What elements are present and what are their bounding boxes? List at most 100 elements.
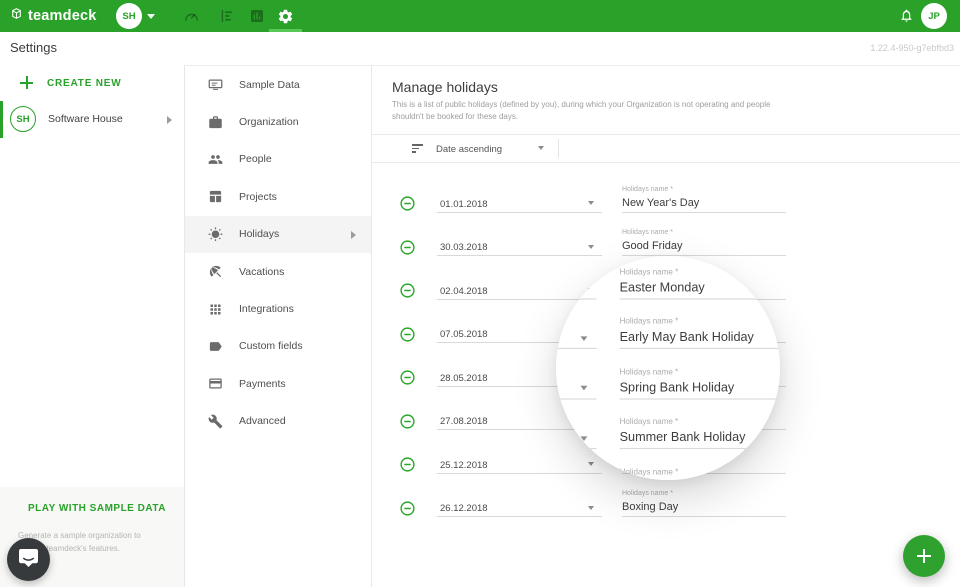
date-chevron-down-icon[interactable]	[581, 386, 588, 391]
add-holiday-fab[interactable]	[903, 535, 945, 577]
date-chevron-down-icon[interactable]	[588, 201, 594, 205]
teamdeck-logo[interactable]: teamdeck	[10, 0, 97, 32]
menu-item-integrations[interactable]: Integrations	[185, 290, 371, 327]
holiday-name-input[interactable]: New Year's Day	[622, 197, 699, 209]
holiday-name-input[interactable]: Boxing Day	[622, 501, 678, 513]
name-field-underline	[620, 298, 780, 299]
menu-item-label: Sample Data	[239, 79, 300, 91]
date-chevron-down-icon[interactable]	[581, 336, 588, 341]
credit-card-icon	[208, 376, 223, 391]
sort-icon	[412, 144, 423, 153]
holiday-date-input[interactable]: 28.05.2018	[440, 373, 488, 384]
holiday-name-field: Holidays name *New Year's Day	[622, 180, 786, 224]
remove-holiday-button[interactable]	[400, 457, 415, 472]
holiday-date-input[interactable]: 30.03.2018	[440, 242, 488, 253]
menu-item-holidays[interactable]: Holidays	[185, 216, 371, 253]
organization-avatar: SH	[10, 106, 36, 132]
menu-item-label: Advanced	[239, 415, 286, 427]
chat-widget-button[interactable]	[7, 538, 50, 581]
date-field-underline	[556, 398, 597, 399]
holiday-rows-magnified: 01.01.2018Holidays name *New Year's Day3…	[556, 256, 780, 480]
menu-item-label: Organization	[239, 116, 299, 128]
workspace-avatar[interactable]: SH	[116, 3, 142, 29]
page-title: Settings	[10, 40, 57, 55]
logo-text: teamdeck	[28, 8, 97, 24]
active-tab-underline	[269, 29, 302, 32]
settings-menu: Sample Data Organization People Projects…	[185, 65, 372, 587]
remove-holiday-button[interactable]	[400, 240, 415, 255]
remove-holiday-button[interactable]	[400, 370, 415, 385]
name-field-underline	[622, 516, 786, 517]
holiday-name-input[interactable]: Spring Bank Holiday	[620, 381, 735, 395]
bar-chart-icon[interactable]	[249, 8, 265, 29]
settings-gear-icon[interactable]	[277, 8, 294, 30]
menu-item-projects[interactable]: Projects	[185, 178, 371, 215]
holiday-date-input[interactable]: 01.01.2018	[440, 199, 488, 210]
date-field-underline	[556, 448, 597, 449]
remove-holiday-button[interactable]	[400, 501, 415, 516]
holidays-name-label: Holidays name *	[622, 490, 673, 497]
holiday-row: 01.01.2018 Holidays name *New Year's Day	[373, 180, 960, 224]
remove-holiday-button[interactable]	[400, 414, 415, 429]
workspace-chevron-down-icon[interactable]	[147, 14, 155, 19]
description-line: shouldn't be booked for these days.	[392, 111, 960, 123]
timeline-icon[interactable]	[219, 8, 235, 29]
version-label: 1.22.4-950-g7ebfbd3	[870, 43, 954, 53]
name-field-underline	[620, 398, 780, 399]
briefcase-icon	[208, 115, 223, 130]
remove-holiday-button[interactable]	[400, 196, 415, 211]
menu-item-advanced[interactable]: Advanced	[185, 403, 371, 440]
holiday-date-input[interactable]: 26.12.2018	[440, 503, 488, 514]
date-chevron-down-icon[interactable]	[588, 506, 594, 510]
organization-sidebar: CREATE NEW SH Software House PLAY WITH S…	[0, 65, 185, 587]
sort-chevron-down-icon[interactable]	[538, 146, 544, 150]
menu-item-vacations[interactable]: Vacations	[185, 253, 371, 290]
date-chevron-down-icon[interactable]	[581, 436, 588, 441]
holiday-name-input[interactable]: Good Friday	[622, 240, 683, 252]
date-chevron-down-icon[interactable]	[588, 245, 594, 249]
menu-item-sample-data[interactable]: Sample Data	[185, 66, 371, 103]
user-avatar[interactable]: JP	[921, 3, 947, 29]
holiday-name-input[interactable]: Summer Bank Holiday	[620, 431, 746, 445]
sort-select[interactable]: Date ascending	[436, 144, 502, 155]
settings-header: Settings 1.22.4-950-g7ebfbd3	[0, 32, 960, 65]
menu-item-label: People	[239, 153, 272, 165]
holiday-date-input[interactable]: 02.04.2018	[440, 286, 488, 297]
gauge-icon[interactable]	[183, 8, 200, 30]
menu-item-payments[interactable]: Payments	[185, 365, 371, 402]
section-description: This is a list of public holidays (defin…	[392, 99, 960, 122]
play-with-sample-data-button[interactable]: PLAY WITH SAMPLE DATA	[28, 503, 166, 514]
sidebar-item-organization[interactable]: SH Software House	[0, 101, 184, 138]
menu-item-custom-fields[interactable]: Custom fields	[185, 328, 371, 365]
holiday-name-field: Holidays name *	[620, 462, 780, 480]
holiday-row: 02.04.2018Holidays name *Easter Monday	[556, 262, 780, 312]
date-field-underline	[437, 212, 602, 213]
name-field-underline	[620, 348, 780, 349]
page-root: teamdeck SH JP Settings 1.22.4-950-g7ebf…	[0, 0, 960, 587]
menu-item-organization[interactable]: Organization	[185, 103, 371, 140]
holiday-row: 28.05.2018Holidays name *Spring Bank Hol…	[556, 362, 780, 412]
holiday-name-input[interactable]: Early May Bank Holiday	[620, 331, 754, 345]
chevron-right-icon	[167, 116, 172, 124]
holiday-name-field: Holidays name * Spring Bank Holiday	[620, 362, 780, 412]
holiday-date-input[interactable]: 07.05.2018	[440, 329, 488, 340]
date-chevron-down-icon[interactable]	[581, 286, 588, 291]
holiday-name-field: Holidays name *Easter Monday	[620, 262, 780, 312]
create-new-button[interactable]: CREATE NEW	[0, 65, 184, 101]
holidays-name-label: Holidays name *	[620, 368, 679, 376]
menu-item-label: Holidays	[239, 228, 279, 240]
date-field-underline	[556, 348, 597, 349]
remove-holiday-button[interactable]	[400, 327, 415, 342]
holidays-name-label: Holidays name *	[622, 229, 673, 236]
holiday-date-input[interactable]: 25.12.2018	[440, 460, 488, 471]
holiday-row: 07.05.2018Holidays name *Early May Bank …	[556, 312, 780, 362]
chat-bubble-icon	[18, 548, 39, 572]
menu-item-people[interactable]: People	[185, 141, 371, 178]
holiday-date-input[interactable]: 27.08.2018	[440, 416, 488, 427]
notifications-bell-icon[interactable]	[899, 8, 914, 28]
divider	[372, 162, 960, 163]
date-field-underline	[437, 516, 602, 517]
menu-item-label: Payments	[239, 378, 286, 390]
remove-holiday-button[interactable]	[400, 283, 415, 298]
holiday-name-input[interactable]: Easter Monday	[620, 281, 705, 295]
